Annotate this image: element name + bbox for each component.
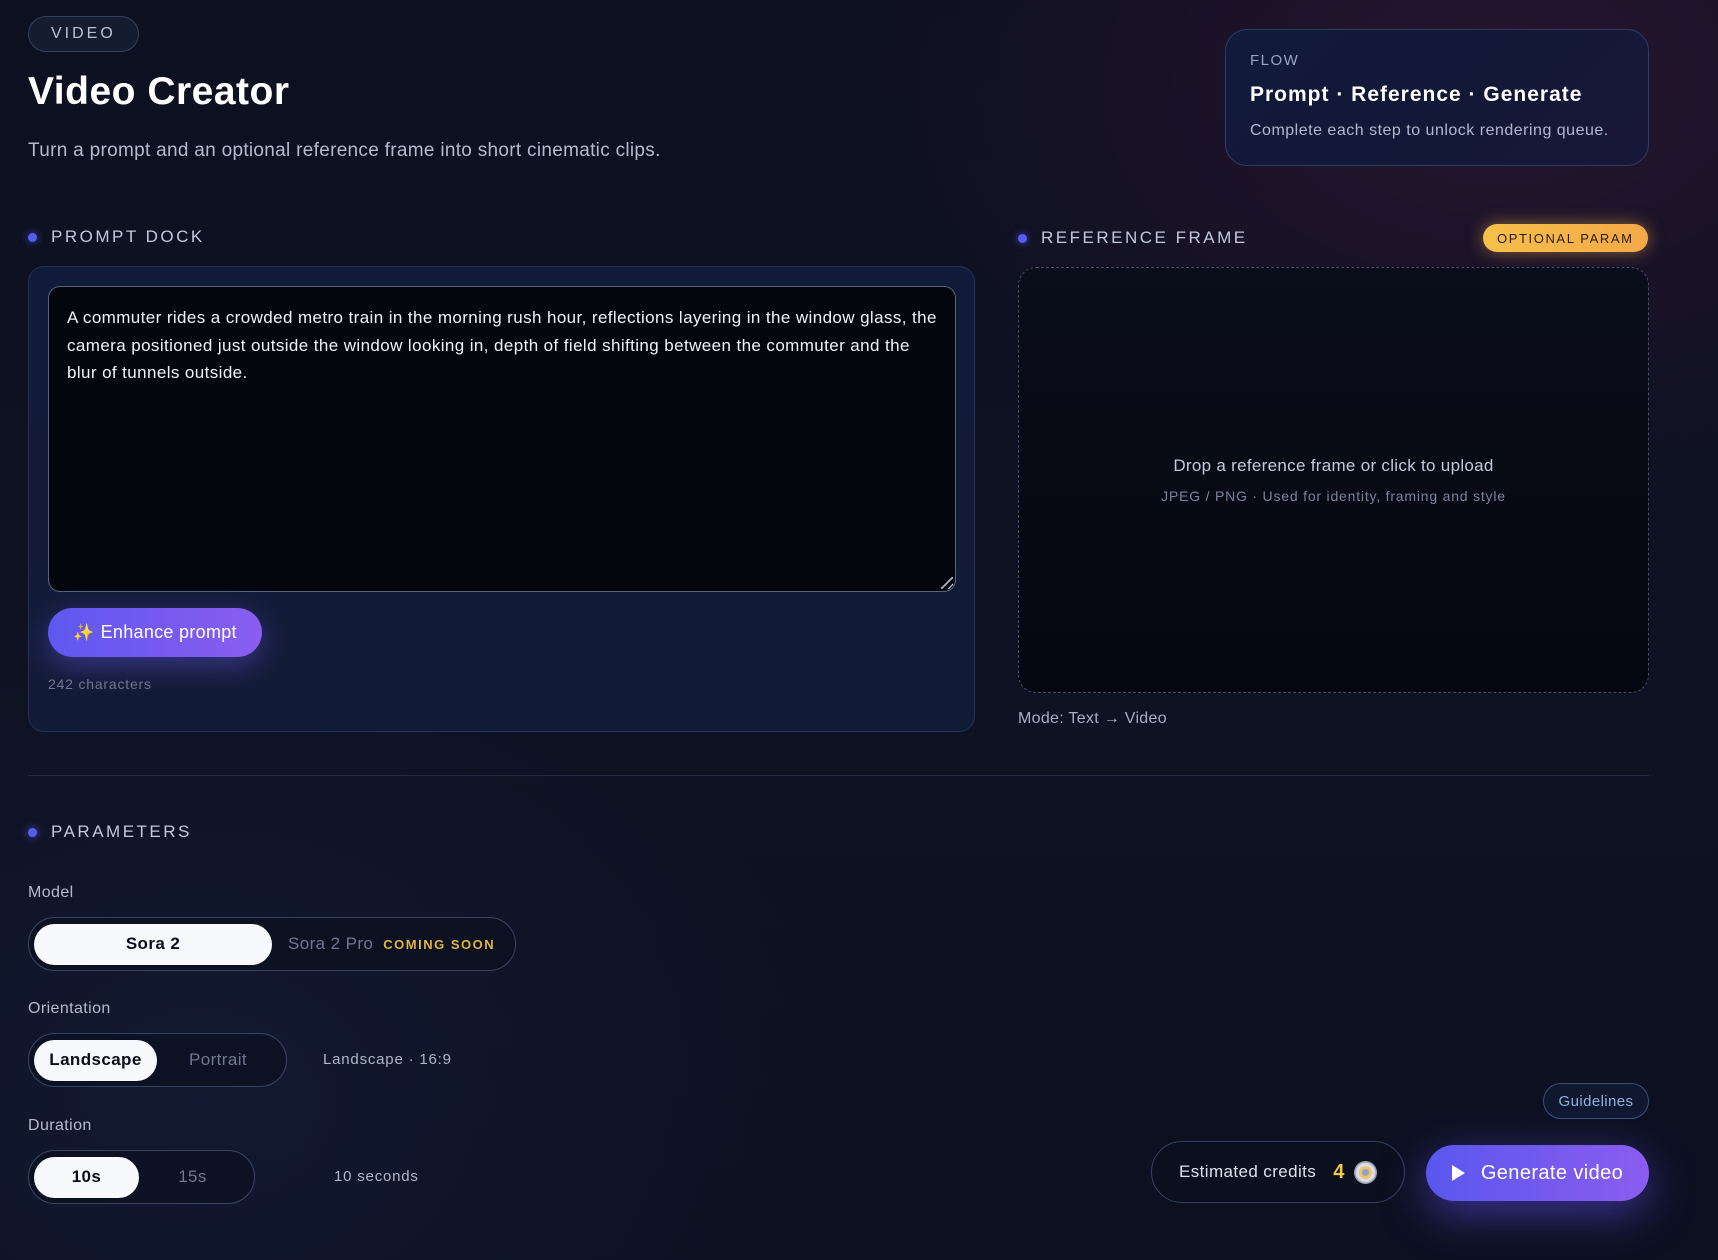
parameters-heading-label: PARAMETERS (51, 822, 192, 841)
orientation-label: Orientation (28, 1000, 111, 1017)
orientation-option-landscape[interactable]: Landscape (34, 1039, 157, 1081)
parameters-heading: PARAMETERS (28, 822, 192, 842)
sparkles-icon: ✨ (73, 622, 95, 642)
flow-label: FLOW (1250, 52, 1300, 69)
reference-frame-heading-label: REFERENCE FRAME (1041, 228, 1248, 247)
duration-note: 10 seconds (334, 1168, 419, 1185)
enhance-prompt-button[interactable]: ✨ Enhance prompt (48, 608, 262, 657)
prompt-text: A commuter rides a crowded metro train i… (67, 308, 937, 382)
credits-label: Estimated credits (1179, 1162, 1317, 1181)
credits-value: 4 (1333, 1160, 1345, 1183)
orientation-note: Landscape · 16:9 (323, 1051, 452, 1068)
prompt-textarea[interactable]: A commuter rides a crowded metro train i… (48, 286, 956, 592)
play-icon (1451, 1165, 1465, 1181)
estimated-credits: Estimated credits 4 (1151, 1141, 1405, 1203)
model-option-sora-2[interactable]: Sora 2 (34, 923, 272, 965)
duration-option-10s[interactable]: 10s (34, 1156, 139, 1198)
resize-grip-icon[interactable] (941, 577, 953, 589)
reference-drop-zone[interactable]: Drop a reference frame or click to uploa… (1018, 267, 1649, 693)
page-title: Video Creator (28, 70, 290, 113)
prompt-dock-heading: PROMPT DOCK (28, 227, 205, 247)
model-selector: Sora 2 Sora 2 Pro COMING SOON (28, 917, 516, 971)
section-tag: VIDEO (28, 16, 139, 52)
guidelines-button[interactable]: Guidelines (1543, 1083, 1649, 1119)
flow-card: FLOW Prompt · Reference · Generate Compl… (1225, 29, 1649, 166)
reference-frame-heading: REFERENCE FRAME (1018, 228, 1248, 248)
prompt-dock-heading-label: PROMPT DOCK (51, 227, 205, 246)
model-option-sora-2-pro-label: Sora 2 Pro (288, 934, 374, 953)
enhance-prompt-label: Enhance prompt (100, 622, 237, 642)
orientation-selector: Landscape Portrait (28, 1033, 287, 1087)
flow-steps: Prompt · Reference · Generate (1250, 83, 1583, 106)
drop-zone-subtitle: JPEG / PNG · Used for identity, framing … (1161, 488, 1506, 504)
page-subtitle: Turn a prompt and an optional reference … (28, 140, 661, 161)
duration-selector: 10s 15s (28, 1150, 255, 1204)
drop-zone-title: Drop a reference frame or click to uploa… (1173, 456, 1494, 475)
section-dot-icon (28, 232, 37, 242)
section-dot-icon (1018, 233, 1027, 243)
section-dot-icon (28, 827, 37, 837)
section-divider (28, 775, 1649, 776)
orientation-option-portrait[interactable]: Portrait (157, 1040, 279, 1081)
generate-video-label: Generate video (1480, 1161, 1624, 1184)
generate-video-button[interactable]: Generate video (1426, 1145, 1649, 1201)
duration-option-15s[interactable]: 15s (139, 1157, 246, 1198)
optional-param-badge: OPTIONAL PARAM (1483, 224, 1648, 252)
flow-description: Complete each step to unlock rendering q… (1250, 122, 1609, 139)
duration-label: Duration (28, 1117, 92, 1134)
mode-indicator: Mode: Text → Video (1018, 710, 1167, 727)
coin-icon (1354, 1161, 1376, 1183)
coming-soon-badge: COMING SOON (383, 936, 496, 952)
model-option-sora-2-pro[interactable]: Sora 2 Pro COMING SOON (272, 924, 495, 965)
character-count: 242 characters (48, 676, 152, 692)
model-label: Model (28, 884, 74, 901)
